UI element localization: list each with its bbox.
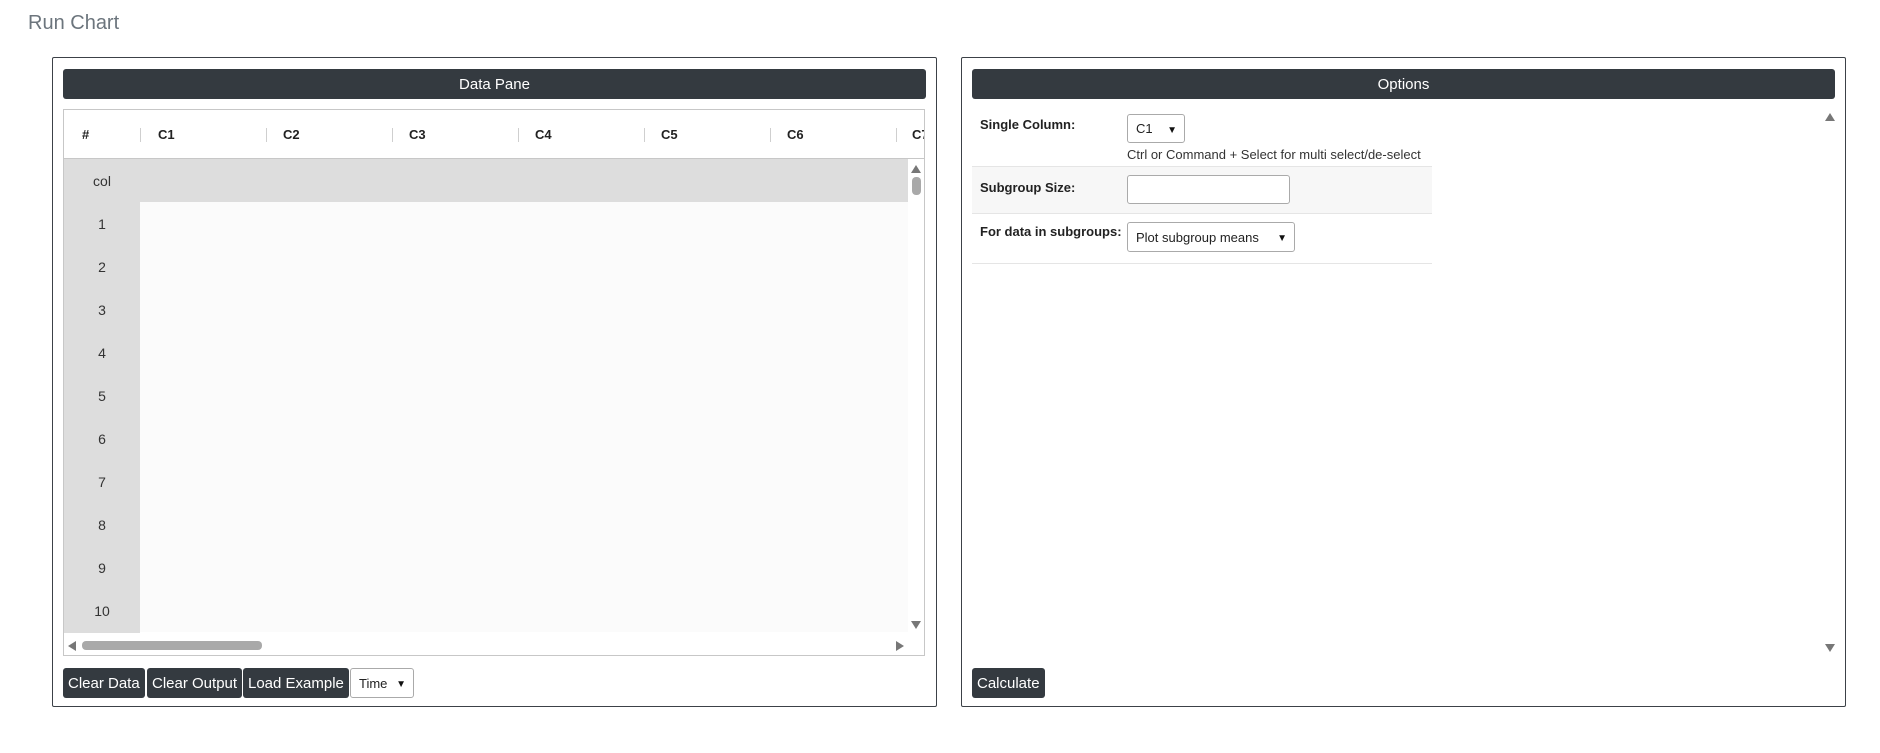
options-panel: Options Single Column: C1 ▼ Ctrl or Comm…	[961, 57, 1846, 707]
scroll-thumb[interactable]	[912, 177, 921, 195]
options-scroll-down-icon[interactable]	[1825, 644, 1835, 652]
mode-select[interactable]: Time ▼	[350, 668, 414, 698]
column-header-c7[interactable]: C7	[912, 110, 924, 158]
subgroup-size-label: Subgroup Size:	[980, 180, 1076, 195]
row-number: 3	[64, 288, 140, 331]
column-header-c2[interactable]: C2	[283, 110, 300, 158]
column-header-index: #	[82, 126, 90, 142]
mode-select-value: Time	[359, 675, 388, 691]
chevron-down-icon: ▼	[1277, 233, 1287, 244]
subgroup-size-input[interactable]	[1127, 175, 1290, 204]
row-number: 6	[64, 417, 140, 460]
chevron-down-icon: ▼	[1167, 125, 1177, 136]
scroll-up-icon[interactable]	[911, 165, 921, 173]
table-row[interactable]: 4	[64, 331, 909, 374]
single-column-value: C1	[1136, 121, 1153, 136]
scroll-thumb[interactable]	[82, 641, 262, 650]
table-row[interactable]: 5	[64, 374, 909, 417]
subgroup-size-row: Subgroup Size:	[972, 167, 1432, 214]
row-number: 1	[64, 202, 140, 245]
subgroup-data-select[interactable]: Plot subgroup means ▼	[1127, 222, 1295, 252]
table-row[interactable]: 3	[64, 288, 909, 331]
row-number: 9	[64, 546, 140, 589]
scroll-down-icon[interactable]	[911, 621, 921, 629]
grid-column-headers: # C1 C2 C3 C4 C5 C6 C7	[64, 110, 924, 159]
column-header-c5[interactable]: C5	[661, 110, 678, 158]
row-label-col: col	[64, 159, 140, 202]
single-column-select[interactable]: C1 ▼	[1127, 114, 1185, 143]
column-name-row[interactable]: col	[64, 159, 909, 202]
single-column-row: Single Column: C1 ▼ Ctrl or Command + Se…	[972, 105, 1432, 167]
column-header-c6[interactable]: C6	[787, 110, 804, 158]
row-number: 10	[64, 589, 140, 632]
scroll-left-icon[interactable]	[68, 641, 76, 651]
table-row[interactable]: 9	[64, 546, 909, 589]
options-header: Options	[972, 69, 1835, 99]
row-number: 2	[64, 245, 140, 288]
row-number: 7	[64, 460, 140, 503]
data-grid[interactable]: # C1 C2 C3 C4 C5 C6 C7 col 1 2	[63, 109, 925, 656]
load-example-button[interactable]: Load Example	[243, 668, 349, 698]
grid-vertical-scrollbar[interactable]	[908, 159, 924, 633]
table-row[interactable]: 8	[64, 503, 909, 546]
subgroup-data-label: For data in subgroups:	[980, 224, 1122, 239]
table-row[interactable]: 7	[64, 460, 909, 503]
options-scroll-up-icon[interactable]	[1825, 113, 1835, 121]
clear-output-button[interactable]: Clear Output	[147, 668, 243, 698]
data-pane-header: Data Pane	[63, 69, 926, 99]
table-row[interactable]: 6	[64, 417, 909, 460]
clear-data-button[interactable]: Clear Data	[63, 668, 145, 698]
column-header-c1[interactable]: C1	[158, 110, 175, 158]
row-number: 5	[64, 374, 140, 417]
column-header-c3[interactable]: C3	[409, 110, 426, 158]
row-number: 4	[64, 331, 140, 374]
single-column-label: Single Column:	[980, 117, 1076, 132]
table-row[interactable]: 2	[64, 245, 909, 288]
multi-select-hint: Ctrl or Command + Select for multi selec…	[1127, 147, 1421, 162]
calculate-button[interactable]: Calculate	[972, 668, 1045, 698]
row-number: 8	[64, 503, 140, 546]
table-row[interactable]: 1	[64, 202, 909, 245]
grid-horizontal-scrollbar[interactable]	[64, 635, 924, 655]
subgroup-data-row: For data in subgroups: Plot subgroup mea…	[972, 214, 1432, 264]
scroll-right-icon[interactable]	[896, 641, 904, 651]
page-title: Run Chart	[28, 12, 120, 34]
column-header-c4[interactable]: C4	[535, 110, 552, 158]
subgroup-data-value: Plot subgroup means	[1136, 229, 1259, 245]
chevron-down-icon: ▼	[396, 679, 406, 690]
table-row[interactable]: 10	[64, 589, 909, 632]
data-panel: Data Pane # C1 C2 C3 C4 C5 C6 C7 col 1	[52, 57, 937, 707]
